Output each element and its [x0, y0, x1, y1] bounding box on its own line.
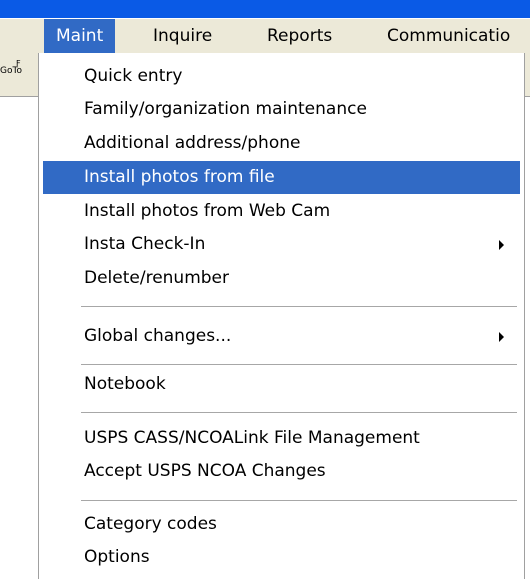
menu-item-delete-renumber[interactable]: Delete/renumber [43, 262, 520, 295]
menu-communications[interactable]: Communicatio [387, 19, 510, 53]
menu-separator [81, 500, 517, 501]
menu-item-global-changes[interactable]: Global changes... [43, 320, 520, 353]
menu-item-install-photos-from-web-cam[interactable]: Install photos from Web Cam [43, 195, 520, 228]
maint-dropdown-menu: Quick entry Family/organization maintena… [38, 53, 525, 579]
goto-superscript: F [16, 59, 21, 68]
menu-item-category-codes[interactable]: Category codes [43, 508, 520, 541]
menu-reports[interactable]: Reports [267, 19, 332, 53]
menu-maint[interactable]: Maint [44, 19, 116, 53]
menu-item-notebook[interactable]: Notebook [43, 368, 520, 401]
menu-item-additional-address-phone[interactable]: Additional address/phone [43, 127, 520, 160]
submenu-arrow-icon [499, 240, 504, 250]
title-bar [0, 0, 530, 18]
menu-item-insta-check-in[interactable]: Insta Check-In [43, 228, 520, 261]
menu-item-quick-entry[interactable]: Quick entry [43, 60, 520, 93]
menu-inquire[interactable]: Inquire [153, 19, 212, 53]
submenu-arrow-icon [499, 332, 504, 342]
menu-separator [81, 364, 517, 365]
menu-item-install-photos-from-file[interactable]: Install photos from file [43, 161, 520, 194]
menu-item-family-organization-maintenance[interactable]: Family/organization maintenance [43, 93, 520, 126]
menu-item-options[interactable]: Options [43, 541, 520, 574]
menu-separator [81, 306, 517, 307]
menu-separator [81, 412, 517, 413]
goto-button[interactable]: GoTo F [0, 59, 22, 76]
menu-bar: Maint Inquire Reports Communicatio [0, 18, 530, 53]
menu-item-accept-usps-ncoa-changes[interactable]: Accept USPS NCOA Changes [43, 455, 520, 488]
menu-item-usps-cass-ncoalink-file-management[interactable]: USPS CASS/NCOALink File Management [43, 422, 520, 455]
